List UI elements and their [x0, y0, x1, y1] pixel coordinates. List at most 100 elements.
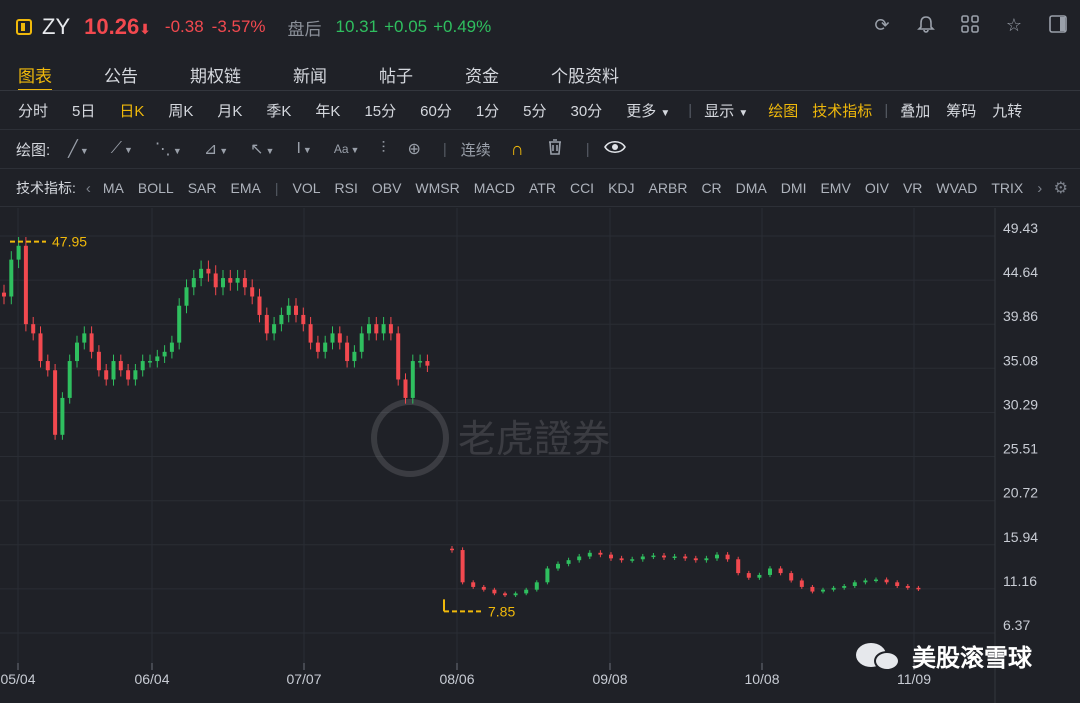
- candle-body: [345, 342, 350, 362]
- indicator-cci[interactable]: CCI: [570, 180, 594, 196]
- indicator-dmi[interactable]: DMI: [781, 180, 807, 196]
- tab-profile[interactable]: 个股资料: [551, 56, 619, 90]
- period-5min[interactable]: 5分: [523, 100, 546, 121]
- grid-icon[interactable]: [960, 14, 980, 36]
- candle-body: [301, 314, 306, 325]
- period-intraday[interactable]: 分时: [18, 100, 48, 121]
- indicator-dma[interactable]: DMA: [736, 180, 767, 196]
- eye-icon[interactable]: [603, 139, 626, 160]
- indicator-rsi[interactable]: RSI: [335, 180, 358, 196]
- tech-indicator-toggle[interactable]: 技术指标: [812, 100, 872, 121]
- display-dropdown[interactable]: 显示 ▼: [704, 100, 748, 121]
- arrow-tool-icon[interactable]: ↖ ▼: [250, 139, 274, 159]
- candle-body: [148, 361, 152, 363]
- period-30min[interactable]: 30分: [571, 100, 603, 121]
- divider: [0, 129, 1080, 130]
- indicator-oiv[interactable]: OIV: [865, 180, 889, 196]
- candle-body: [534, 582, 539, 590]
- period-weekly[interactable]: 周K: [168, 100, 193, 121]
- candle-body: [905, 586, 910, 588]
- period-1min[interactable]: 1分: [476, 100, 499, 121]
- period-15min[interactable]: 15分: [364, 100, 396, 121]
- candlestick-chart[interactable]: 老虎證券 47.95 7.85 49.43 44.64 39.86 35.08 30.29…: [0, 208, 1080, 703]
- indicator-macd[interactable]: MACD: [474, 180, 515, 196]
- period-60min[interactable]: 60分: [420, 100, 452, 121]
- candle-body: [294, 305, 298, 315]
- draw-toggle[interactable]: 绘图: [768, 100, 798, 121]
- candle-body: [577, 556, 582, 561]
- indicator-sar[interactable]: SAR: [188, 180, 217, 196]
- candle-body: [104, 370, 109, 380]
- price-markers: 47.95 7.85: [10, 234, 515, 619]
- text-cursor-tool-icon[interactable]: I ▼: [296, 140, 311, 158]
- y-tick-label: 6.37: [1003, 617, 1030, 633]
- gear-icon[interactable]: ⚙: [1054, 178, 1068, 198]
- x-tick-label: 08/06: [439, 671, 474, 687]
- candle-body: [111, 361, 116, 380]
- candle-body: [768, 568, 772, 575]
- tab-posts[interactable]: 帖子: [379, 56, 413, 90]
- chevron-right-icon[interactable]: ›: [1037, 180, 1042, 197]
- line-tool-icon[interactable]: ╱ ▼: [68, 139, 89, 159]
- indicator-atr[interactable]: ATR: [529, 180, 556, 196]
- indicator-vr[interactable]: VR: [903, 180, 922, 196]
- magnet-icon[interactable]: ∩: [511, 139, 524, 160]
- fib-tool-icon[interactable]: ⊿ ▼: [204, 139, 228, 159]
- indicator-arbr[interactable]: ARBR: [649, 180, 688, 196]
- candle-body: [367, 324, 371, 334]
- pattern-tool-icon[interactable]: ⋱ ▼: [155, 139, 182, 159]
- candle-body: [330, 333, 335, 343]
- more-dropdown[interactable]: 更多 ▼: [626, 100, 670, 121]
- indicator-wmsr[interactable]: WMSR: [415, 180, 459, 196]
- indicator-vol[interactable]: VOL: [292, 180, 320, 196]
- period-monthly[interactable]: 月K: [217, 100, 242, 121]
- nine-turn-button[interactable]: 九转: [992, 100, 1022, 121]
- candle-body: [323, 342, 328, 352]
- period-5day[interactable]: 5日: [72, 100, 95, 121]
- y-tick-label: 35.08: [1003, 352, 1038, 368]
- candle-body: [96, 351, 101, 371]
- divider: |: [442, 140, 447, 158]
- tab-announcements[interactable]: 公告: [104, 56, 138, 90]
- refresh-icon[interactable]: ⟳: [872, 14, 892, 36]
- candle-body: [725, 554, 730, 560]
- chips-button[interactable]: 筹码: [946, 100, 976, 121]
- candle-body: [471, 582, 476, 587]
- indicator-boll[interactable]: BOLL: [138, 180, 174, 196]
- indicator-obv[interactable]: OBV: [372, 180, 402, 196]
- divider: [0, 168, 1080, 169]
- measure-tool-icon[interactable]: ⫶: [381, 140, 385, 158]
- indicator-trix[interactable]: TRIX: [991, 180, 1023, 196]
- bell-icon[interactable]: [916, 14, 936, 36]
- indicator-wvad[interactable]: WVAD: [936, 180, 977, 196]
- tab-options-chain[interactable]: 期权链: [190, 56, 241, 90]
- indicator-cr[interactable]: CR: [701, 180, 721, 196]
- font-tool-icon[interactable]: Aa ▼: [334, 142, 360, 156]
- candle-body: [513, 593, 518, 596]
- indicator-ema[interactable]: EMA: [231, 180, 261, 196]
- candle-body: [556, 563, 560, 569]
- sidebar-toggle-icon[interactable]: [1048, 14, 1068, 36]
- period-quarterly[interactable]: 季K: [266, 100, 291, 121]
- more-label: 更多: [626, 102, 657, 120]
- period-yearly[interactable]: 年K: [315, 100, 340, 121]
- indicator-emv[interactable]: EMV: [820, 180, 850, 196]
- zoom-icon[interactable]: ⊕: [407, 139, 420, 159]
- star-icon[interactable]: ☆: [1004, 14, 1024, 36]
- tab-chart[interactable]: 图表: [18, 56, 52, 91]
- continuous-toggle[interactable]: 连续: [461, 139, 491, 160]
- tab-capital[interactable]: 资金: [465, 56, 499, 90]
- candle-body: [403, 379, 408, 398]
- chevron-left-icon[interactable]: ‹: [86, 180, 91, 197]
- divider: |: [688, 101, 693, 119]
- tab-news[interactable]: 新闻: [293, 56, 327, 90]
- candle-body: [264, 314, 269, 334]
- indicator-ma[interactable]: MA: [103, 180, 124, 196]
- overlay-button[interactable]: 叠加: [900, 100, 930, 121]
- y-tick-label: 15.94: [1003, 529, 1038, 545]
- candle-body: [89, 333, 94, 352]
- period-daily[interactable]: 日K: [119, 100, 144, 121]
- polyline-tool-icon[interactable]: ⟋ ▼: [111, 140, 133, 158]
- trash-icon[interactable]: [546, 138, 564, 161]
- indicator-kdj[interactable]: KDJ: [608, 180, 634, 196]
